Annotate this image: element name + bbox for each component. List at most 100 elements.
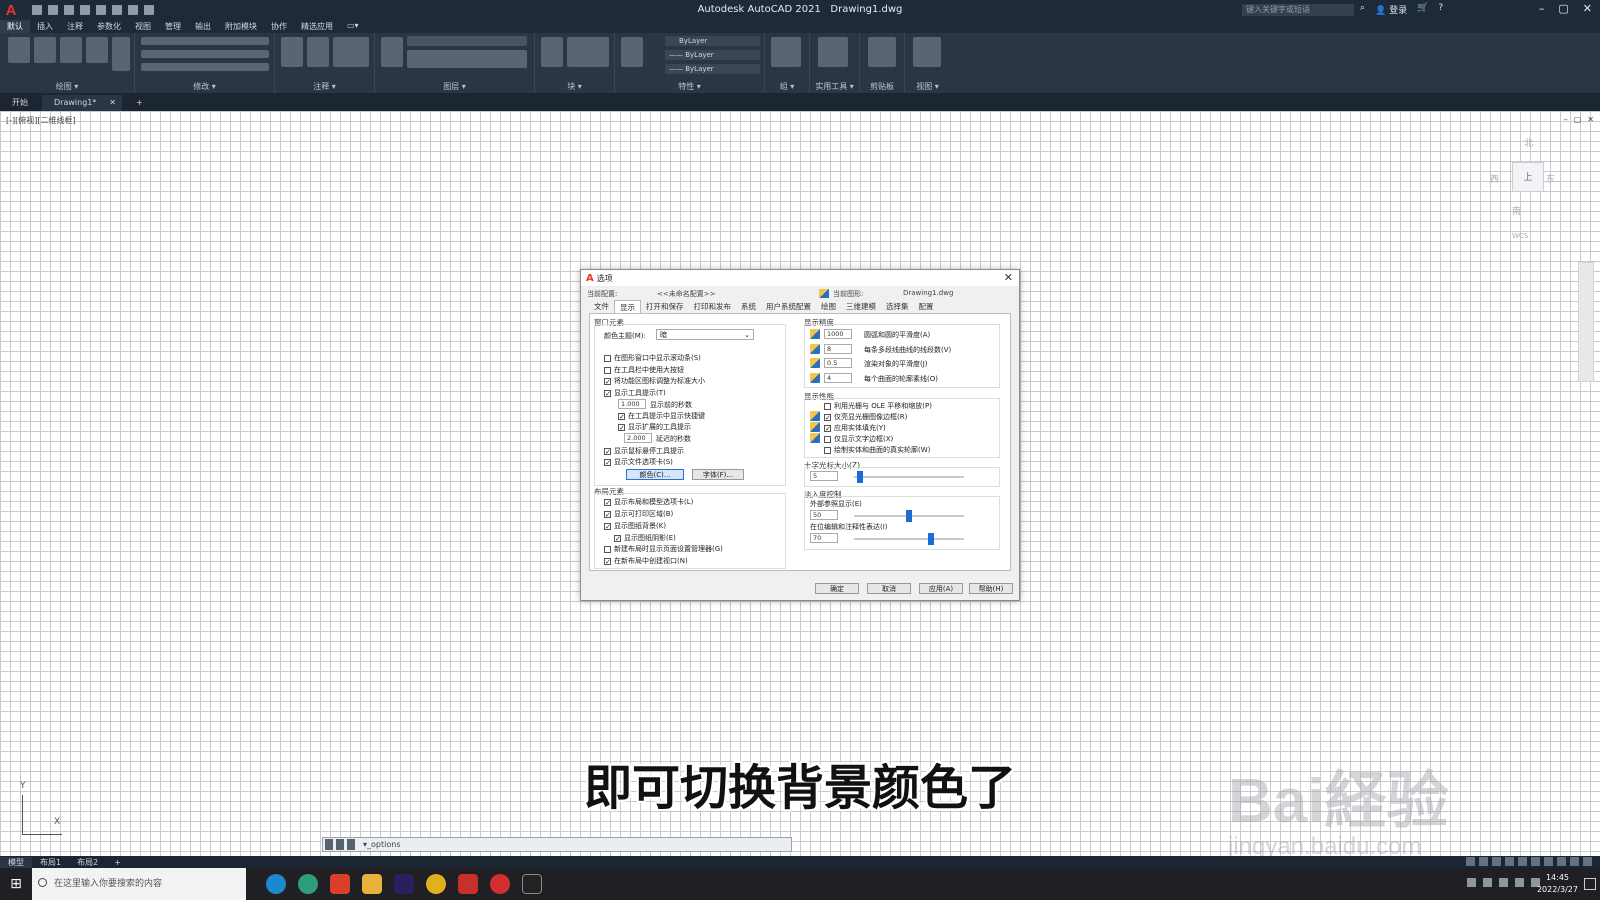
panel-title-clipboard[interactable]: 剪贴板 <box>860 81 904 92</box>
panel-title-block[interactable]: 块 ▾ <box>535 81 614 92</box>
wcs-menu[interactable]: WCS <box>1512 232 1528 240</box>
panel-title-modify[interactable]: 修改 ▾ <box>135 81 274 92</box>
crosshair-slider-track[interactable] <box>854 476 964 478</box>
group-icon[interactable] <box>771 37 801 67</box>
tab-system[interactable]: 系统 <box>736 300 761 314</box>
viewport-close-icon[interactable]: ✕ <box>1587 115 1594 124</box>
cart-icon[interactable]: 🛒 <box>1417 3 1428 16</box>
checkbox-solid-fill[interactable]: ✓ 应用实体填充(Y) <box>824 423 886 433</box>
file-explorer-icon[interactable] <box>362 874 382 894</box>
inplace-fade-input[interactable]: 70 <box>810 533 838 543</box>
tab-selection[interactable]: 选择集 <box>881 300 914 314</box>
text-icon[interactable] <box>281 37 303 67</box>
xref-fade-input[interactable]: 50 <box>810 510 838 520</box>
lineweight-dropdown[interactable]: —— ByLayer <box>665 64 760 74</box>
close-icon[interactable]: ✕ <box>1583 2 1592 15</box>
notification-icon[interactable] <box>1584 878 1596 890</box>
ribbon-tab-view[interactable]: 视图 <box>128 20 158 33</box>
checkbox-printable-area[interactable]: ✓ 显示可打印区域(B) <box>604 509 673 519</box>
panel-title-annotate[interactable]: 注释 ▾ <box>275 81 374 92</box>
arc-icon[interactable] <box>86 37 108 63</box>
recorder-icon[interactable] <box>490 874 510 894</box>
tab-user-preferences[interactable]: 用户系统配置 <box>761 300 816 314</box>
tab-layout2[interactable]: 布局2 <box>69 857 106 868</box>
command-line[interactable]: ▾_options <box>322 837 792 852</box>
cancel-button[interactable]: 取消 <box>867 583 911 594</box>
volume-icon[interactable] <box>1515 878 1524 887</box>
layer-dropdown[interactable] <box>407 36 527 46</box>
checkbox-paper-background[interactable]: ✓ 显示图纸背景(K) <box>604 521 666 531</box>
contour-lines-input[interactable]: 4 <box>824 373 852 383</box>
workspace-gear-icon[interactable] <box>1570 857 1579 866</box>
layer-properties-icon[interactable] <box>381 37 403 67</box>
tab-open-save[interactable]: 打开和保存 <box>641 300 689 314</box>
autocad-icon[interactable] <box>458 874 478 894</box>
grid-icon[interactable] <box>1466 857 1475 866</box>
color-scheme-select[interactable]: 暗 ⌄ <box>656 329 754 340</box>
undo-icon[interactable] <box>128 5 138 15</box>
web-open-icon[interactable] <box>96 5 106 15</box>
ext-delay-input[interactable]: 2.000 <box>624 433 652 443</box>
insert-block-icon[interactable] <box>541 37 563 67</box>
ribbon-tab-manage[interactable]: 管理 <box>158 20 188 33</box>
add-layout-button[interactable]: + <box>106 858 129 867</box>
minimize-icon[interactable]: – <box>1539 2 1545 15</box>
checkbox-ribbon-icons[interactable]: ✓ 将功能区图标调整为标准大小 <box>604 376 705 386</box>
compass-south[interactable]: 南 <box>1512 204 1521 217</box>
checkbox-tooltips[interactable]: ✓ 显示工具提示(T) <box>604 388 666 398</box>
compass-west[interactable]: 西 <box>1490 172 1499 185</box>
checkbox-rollover-tooltips[interactable]: ✓ 显示鼠标悬停工具提示 <box>604 446 684 456</box>
checkbox-extended-tooltips[interactable]: ✓ 显示扩展的工具提示 <box>618 422 691 432</box>
tab-plot-publish[interactable]: 打印和发布 <box>689 300 737 314</box>
search-icon[interactable]: ⌕ <box>1360 3 1365 16</box>
checkbox-create-viewport[interactable]: ✓ 在新布局中创建视口(N) <box>604 556 688 566</box>
dimension-icon[interactable] <box>307 37 329 67</box>
polyline-segments-input[interactable]: 8 <box>824 344 852 354</box>
viewcube[interactable]: 北 西 东 上 南 WCS <box>1490 132 1558 242</box>
help-button[interactable]: 帮助(H) <box>969 583 1013 594</box>
checkbox-paper-shadow[interactable]: ✓ 显示图纸阴影(E) <box>614 533 676 543</box>
ribbon-tab-default[interactable]: 默认 <box>0 20 30 33</box>
fonts-button[interactable]: 字体(F)... <box>692 469 744 480</box>
inplace-fade-slider-thumb[interactable] <box>928 533 934 545</box>
checkbox-scrollbars[interactable]: 在图形窗口中显示滚动条(S) <box>604 353 701 363</box>
saveas-icon[interactable] <box>80 5 90 15</box>
checkbox-page-setup-manager[interactable]: 新建布局时显示页面设置管理器(G) <box>604 544 723 554</box>
maximize-icon[interactable]: ▢ <box>1558 2 1568 15</box>
line-icon[interactable] <box>8 37 30 63</box>
edge-dev-icon[interactable] <box>298 874 318 894</box>
cmd-close-icon[interactable] <box>325 839 333 850</box>
render-smoothness-input[interactable]: 0.5 <box>824 358 852 368</box>
checkbox-shortcut-keys[interactable]: ✓ 在工具提示中显示快捷键 <box>618 411 705 421</box>
new-icon[interactable] <box>32 5 42 15</box>
panel-title-utilities[interactable]: 实用工具 ▾ <box>810 81 859 92</box>
tab-files[interactable]: 文件 <box>589 300 614 314</box>
panel-title-draw[interactable]: 绘图 ▾ <box>0 81 134 92</box>
annotation-scale-icon[interactable] <box>1557 857 1566 866</box>
polyline-icon[interactable] <box>34 37 56 63</box>
color-dropdown[interactable]: ByLayer <box>665 36 760 46</box>
ribbon-tab-extra[interactable]: ▭▾ <box>340 20 366 33</box>
dialog-titlebar[interactable]: A 选项 ✕ <box>581 270 1019 286</box>
panel-title-groups[interactable]: 组 ▾ <box>765 81 809 92</box>
help-icon[interactable]: ? <box>1438 3 1443 16</box>
tooltip-delay-input[interactable]: 1.000 <box>618 399 646 409</box>
linetype-dropdown[interactable]: —— ByLayer <box>665 50 760 60</box>
snap-icon[interactable] <box>1479 857 1488 866</box>
base-view-icon[interactable] <box>913 37 941 67</box>
panel-title-view[interactable]: 视图 ▾ <box>905 81 950 92</box>
capcut-icon[interactable] <box>522 874 542 894</box>
checkbox-raster-frame[interactable]: ✓ 仅亮显光栅图像边框(R) <box>824 412 907 422</box>
search-input[interactable]: 键入关键字或短语 <box>1242 4 1354 16</box>
viewport-restore-icon[interactable]: ▢ <box>1574 115 1582 124</box>
tab-drawing1[interactable]: Drawing1* ✕ <box>42 95 122 111</box>
move-icon[interactable] <box>141 37 269 45</box>
viewcube-face[interactable]: 上 <box>1512 162 1544 192</box>
checkbox-large-buttons[interactable]: 在工具栏中使用大按钮 <box>604 365 684 375</box>
taskbar-search[interactable]: 在这里输入你要搜索的内容 <box>32 868 246 900</box>
rectangle-icon[interactable] <box>112 37 130 71</box>
tab-drafting[interactable]: 绘图 <box>816 300 841 314</box>
new-tab-button[interactable]: + <box>124 95 155 111</box>
inplace-fade-slider-track[interactable] <box>854 538 964 540</box>
cmd-history-icon[interactable] <box>347 839 355 850</box>
